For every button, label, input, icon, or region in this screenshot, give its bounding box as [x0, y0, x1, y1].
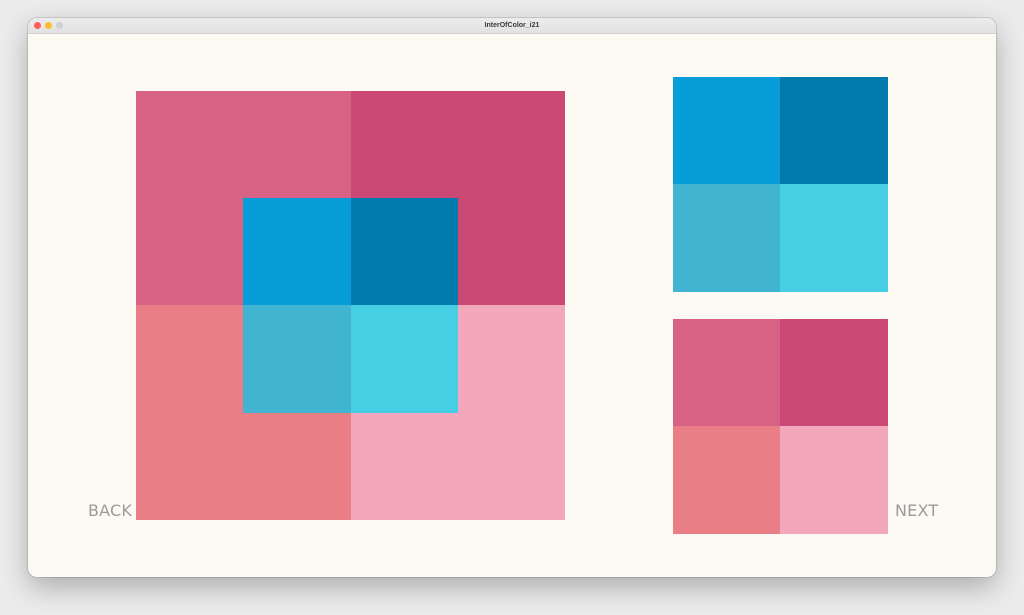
app-window: InterOfColor_i21 BACK NEXT: [28, 18, 996, 577]
blue-swatch-top-left: [673, 77, 780, 184]
pink-swatch-top-right: [780, 319, 888, 426]
main-inner-top-left: [243, 198, 351, 305]
blue-swatch-top-right: [780, 77, 888, 184]
pink-swatch-bottom-right: [780, 426, 888, 534]
pink-swatch-bottom-left: [673, 426, 780, 534]
main-inner-top-right: [351, 198, 458, 305]
back-button[interactable]: BACK: [88, 501, 132, 520]
pink-swatch-top-left: [673, 319, 780, 426]
window-title: InterOfColor_i21: [484, 22, 540, 29]
title-bar: InterOfColor_i21: [28, 18, 996, 34]
main-inner-bottom-right: [351, 305, 458, 413]
canvas: BACK NEXT: [28, 34, 996, 577]
main-inner-bottom-left: [243, 305, 351, 413]
blue-swatch-bottom-right: [780, 184, 888, 292]
next-button[interactable]: NEXT: [895, 501, 938, 520]
blue-swatch-bottom-left: [673, 184, 780, 292]
